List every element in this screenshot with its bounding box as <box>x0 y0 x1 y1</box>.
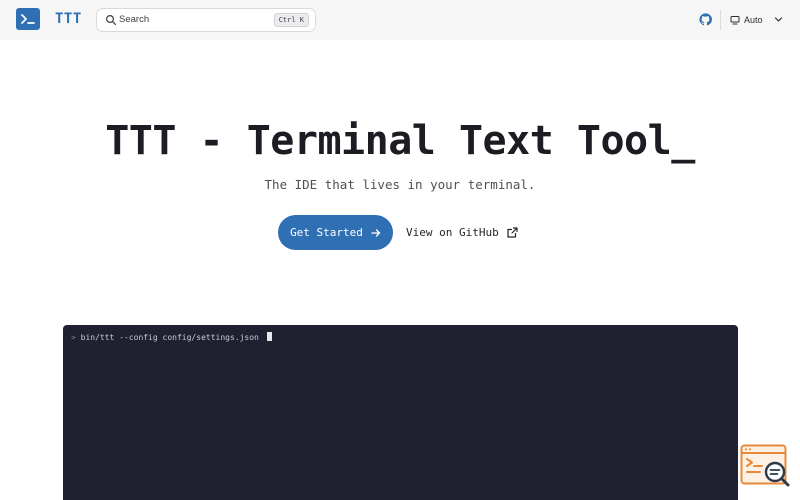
arrow-right-icon <box>371 228 381 237</box>
terminal-preview: > bin/ttt --config config/settings.json <box>63 325 738 500</box>
logo[interactable] <box>16 8 40 30</box>
search-shortcut-badge: Ctrl K <box>273 13 309 27</box>
github-icon[interactable] <box>699 13 712 26</box>
terminal-search-icon[interactable] <box>740 444 794 490</box>
get-started-button[interactable]: Get Started <box>278 215 393 250</box>
terminal-prompt: > <box>71 333 76 342</box>
theme-selector-label: Auto <box>744 15 763 25</box>
terminal-command: bin/ttt --config config/settings.json <box>80 333 259 342</box>
page-title: TTT - Terminal Text Tool_ <box>105 118 695 164</box>
terminal-command-line: > bin/ttt --config config/settings.json <box>71 332 272 342</box>
view-on-github-link[interactable]: View on GitHub <box>406 215 518 250</box>
monitor-icon <box>730 16 740 25</box>
brand-name[interactable]: TTT <box>55 11 82 27</box>
search-icon <box>105 14 116 25</box>
hero-tagline: The IDE that lives in your terminal. <box>264 177 536 192</box>
view-on-github-label: View on GitHub <box>406 226 499 239</box>
external-link-icon <box>507 227 518 238</box>
header-divider <box>720 10 721 30</box>
get-started-label: Get Started <box>290 226 363 239</box>
search-placeholder: Search <box>119 14 150 25</box>
theme-selector[interactable]: Auto <box>730 12 763 28</box>
terminal-cursor <box>266 332 272 341</box>
terminal-prompt-icon <box>21 14 35 24</box>
chevron-down-icon[interactable] <box>774 15 783 24</box>
search-input[interactable]: Search Ctrl K <box>96 8 316 32</box>
top-navigation-bar: TTT Search Ctrl K Auto <box>0 0 800 40</box>
